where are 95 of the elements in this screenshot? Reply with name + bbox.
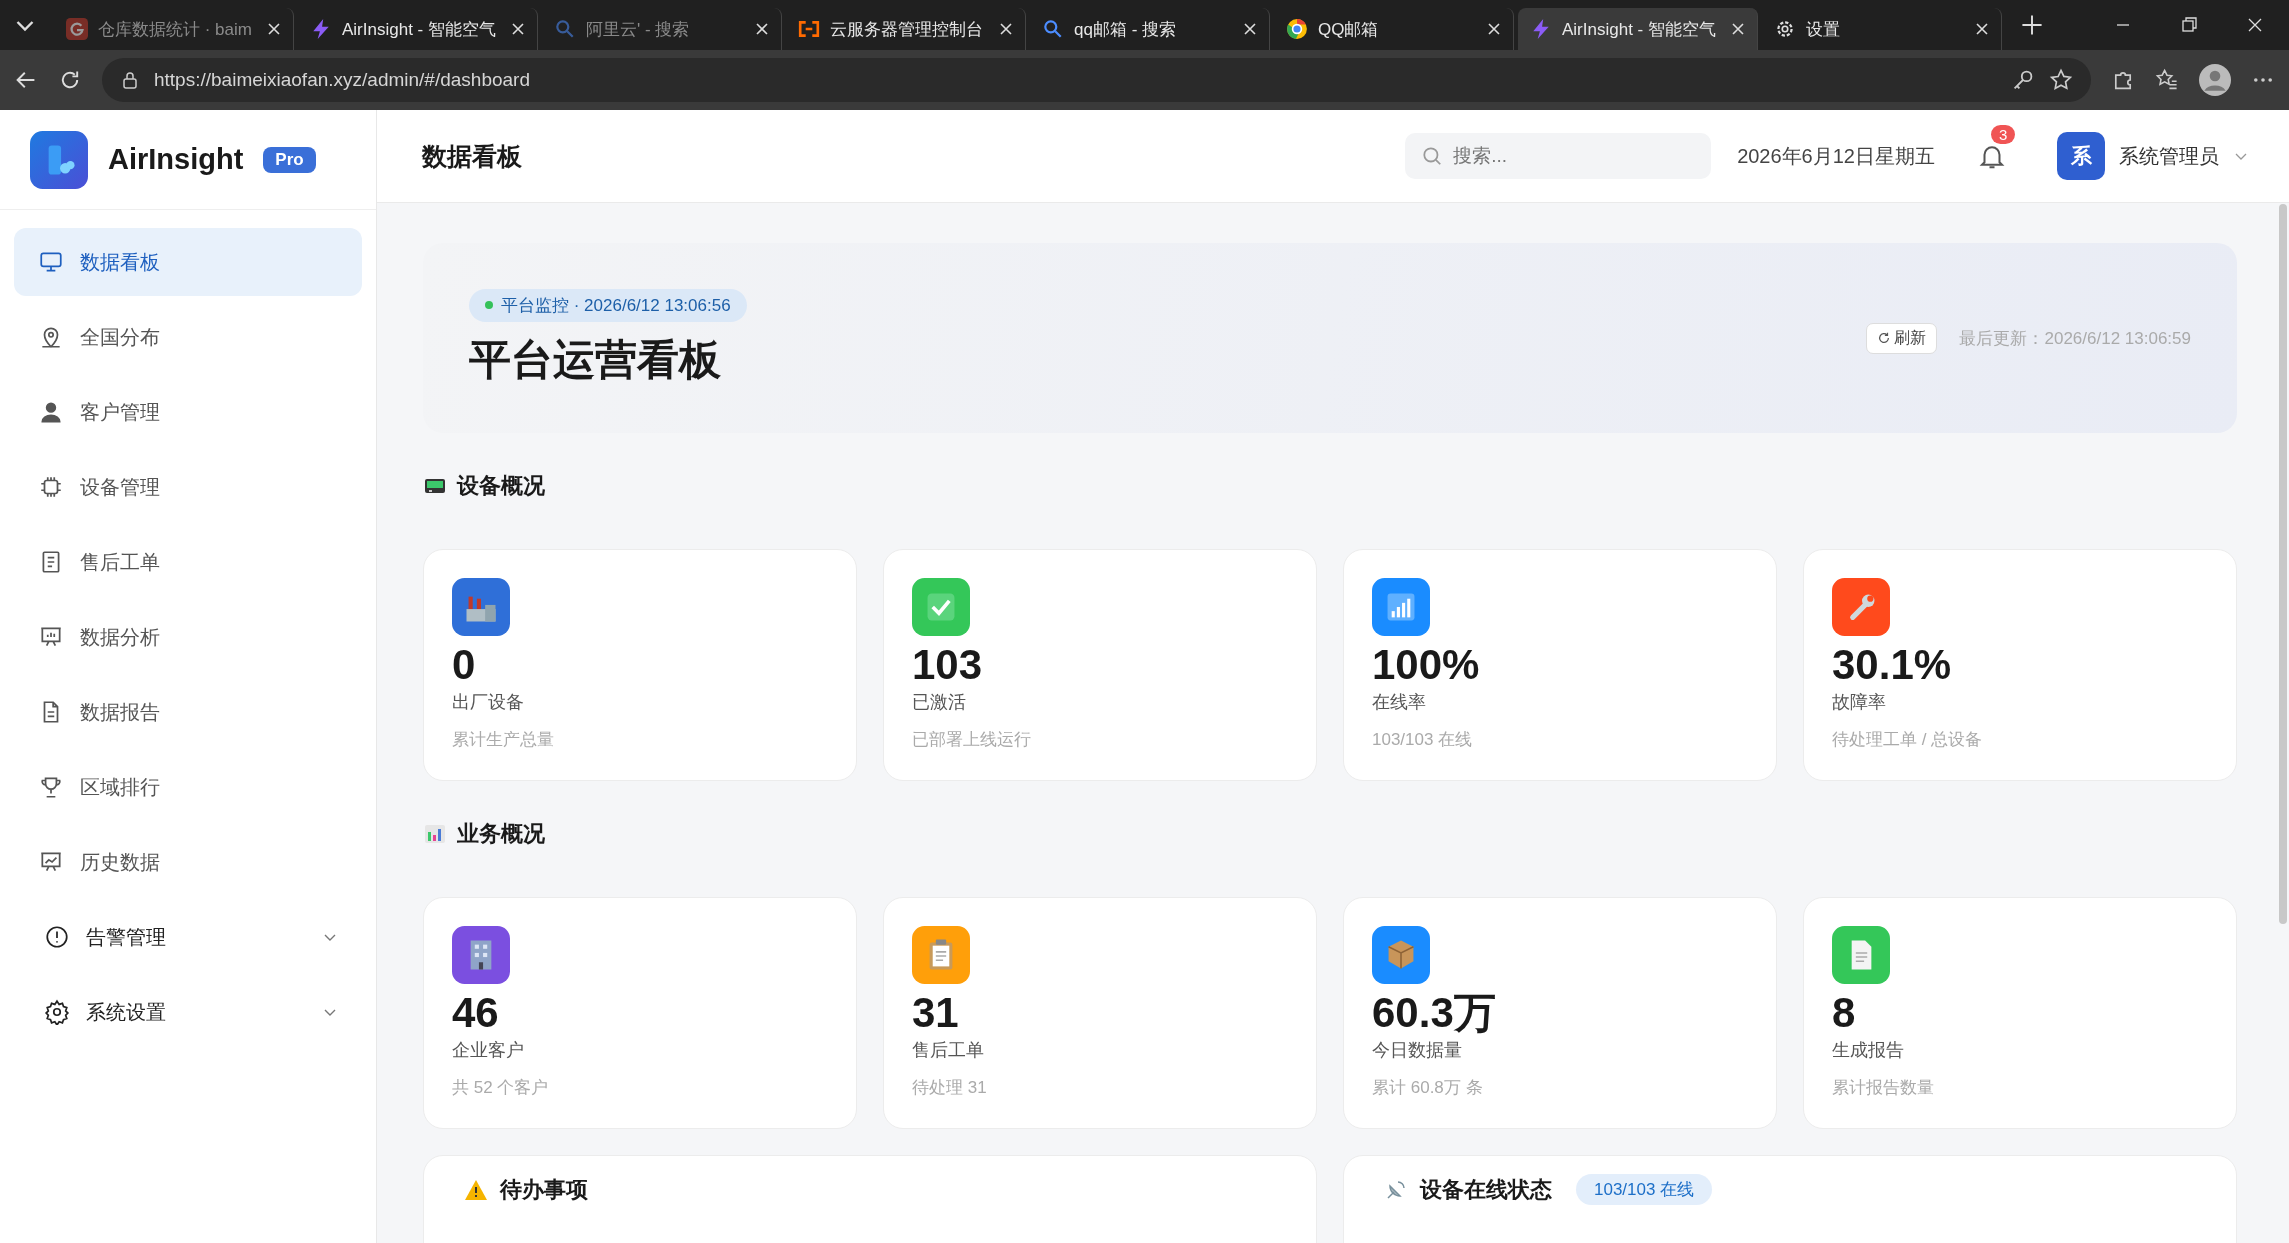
tab-title: 云服务器管理控制台 [830,18,984,41]
bar-chart-icon [423,822,447,846]
chip-icon [38,474,64,500]
close-icon[interactable] [755,22,769,36]
stat-note: 累计报告数量 [1832,1077,1934,1100]
tab-title: qq邮箱 - 搜索 [1074,18,1178,41]
user-menu[interactable]: 系 系统管理员 [2057,132,2249,180]
stat-value: 30.1% [1832,642,1952,689]
stat-note: 待处理工单 / 总设备 [1832,729,1983,752]
stat-value: 0 [452,642,476,689]
stat-value: 31 [912,990,959,1037]
stat-value: 103 [912,642,983,689]
online-badge: 103/103 在线 [1576,1174,1713,1205]
close-icon[interactable] [1243,22,1257,36]
stat-note: 累计 60.8万 条 [1372,1077,1483,1100]
refresh-icon [1877,331,1892,345]
monitor-icon [38,249,64,275]
tab-title: 设置 [1806,18,1841,41]
stat-label: 出厂设备 [452,691,524,715]
close-icon[interactable] [1975,22,1989,36]
stat-value: 60.3万 [1372,990,1496,1037]
sidebar-item[interactable]: 设备管理 [14,453,362,521]
last-updated: 最后更新：2026/6/12 13:06:59 [1959,327,2191,350]
tab-title: 仓库数据统计 · baim [98,18,253,41]
close-icon[interactable] [1487,22,1501,36]
sidebar-item[interactable]: 历史数据 [14,828,362,896]
section-title: 设备概况 [457,472,545,500]
tab-title: 阿里云' - 搜索 [586,18,691,41]
stat-label: 故障率 [1832,691,1886,715]
letter-logo-icon [66,18,88,40]
stat-note: 103/103 在线 [1372,729,1473,752]
tab-title: AirInsight - 智能空气 [342,18,497,41]
search-icon [1421,145,1444,167]
scrollbar[interactable] [2279,204,2287,924]
panel-title: 设备在线状态 [1420,1176,1552,1204]
close-icon[interactable] [267,22,281,36]
stat-note: 待处理 31 [912,1077,987,1100]
stat-value: 46 [452,990,499,1037]
search-field[interactable]: 搜索... [1405,133,1712,179]
restore-icon[interactable] [2179,15,2199,35]
close-icon[interactable] [999,22,1013,36]
tab-title: QQ邮箱 [1318,18,1380,41]
stat-label: 企业客户 [452,1039,524,1063]
banner-title: 平台运营看板 [469,334,721,385]
panel-title: 待办事项 [500,1176,588,1204]
address-field[interactable]: https://baimeixiaofan.xyz/admin/#/dashboard [102,58,2091,102]
live-dot [485,301,493,309]
sidebar-item[interactable]: 告警管理 [14,903,362,971]
sidebar-item[interactable]: 数据看板 [14,228,362,296]
brand-name: AirInsight [108,143,244,176]
sidebar-item[interactable]: 售后工单 [14,528,362,596]
date-text: 2026年6月12日星期五 [1737,143,1935,169]
close-icon[interactable] [1731,22,1745,36]
stat-label: 在线率 [1372,691,1426,715]
stat-label: 生成报告 [1832,1039,1904,1063]
ring-logo-icon [1286,18,1308,40]
alert-icon [44,924,70,950]
search-icon [554,18,576,40]
status-tag: 平台监控 · 2026/6/12 13:06:56 [469,288,747,322]
tab-title: AirInsight - 智能空气 [1562,18,1717,41]
browser-tab[interactable]: AirInsight - 智能空气 [1518,8,1758,50]
stat-value: 100% [1372,642,1480,689]
page-title: 数据看板 [422,140,522,172]
warning-icon [464,1178,488,1202]
trophy-icon [38,774,64,800]
logo-icon [30,130,88,189]
stat-note: 累计生产总量 [452,729,554,752]
stat-note: 已部署上线运行 [912,729,1031,752]
user-avatar: 系 [2057,132,2105,180]
plan-badge: Pro [263,146,316,173]
key-icon[interactable] [2011,68,2035,92]
section-title: 业务概况 [457,820,545,848]
star-icon[interactable] [2049,68,2073,92]
favorites-icon[interactable] [2155,68,2179,92]
sidebar-item[interactable]: 全国分布 [14,303,362,371]
bracket-logo-icon [798,18,820,40]
profile-icon[interactable] [2199,64,2231,96]
sidebar-item[interactable]: 客户管理 [14,378,362,446]
new-tab-icon[interactable] [2020,13,2044,37]
search-icon [1042,18,1064,40]
refresh-button[interactable]: 刷新 [1866,322,1938,354]
notification-badge: 3 [1991,125,2016,144]
sidebar-item[interactable]: 数据报告 [14,678,362,746]
sidebar-item[interactable]: 系统设置 [14,978,362,1046]
stat-value: 8 [1832,990,1856,1037]
stat-label: 今日数据量 [1372,1039,1462,1063]
lock-icon [120,70,140,90]
gear-icon [1774,18,1796,40]
sidebar-item[interactable]: 区域排行 [14,753,362,821]
close-icon[interactable] [511,22,525,36]
gear-icon [44,999,70,1025]
stat-label: 已激活 [912,691,966,715]
stat-note: 共 52 个客户 [452,1077,549,1100]
sidebar-item[interactable]: 数据分析 [14,603,362,671]
stat-label: 售后工单 [912,1039,984,1063]
